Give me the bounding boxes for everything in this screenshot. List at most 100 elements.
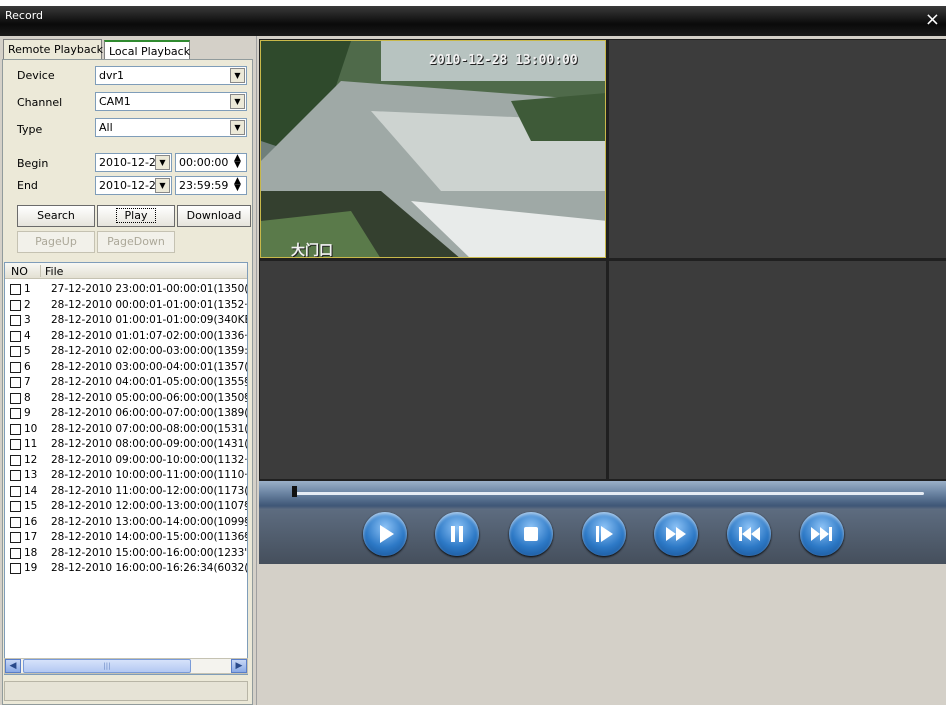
status-box xyxy=(4,681,248,701)
type-select[interactable]: All ▼ xyxy=(95,118,247,137)
play-icon[interactable] xyxy=(363,512,407,556)
device-label: Device xyxy=(17,69,55,82)
list-rows: 1 27-12-2010 23:00:01-00:00:01(1350(2 28-1… xyxy=(5,282,247,577)
row-checkbox[interactable] xyxy=(10,377,21,388)
chevron-down-icon[interactable]: ▼ xyxy=(230,94,245,109)
row-checkbox[interactable] xyxy=(10,470,21,481)
tab-remote-playback[interactable]: Remote Playback xyxy=(3,39,103,60)
video-cell-4[interactable] xyxy=(609,261,946,479)
row-checkbox[interactable] xyxy=(10,284,21,295)
begin-time-field[interactable]: 00:00:00 ▲ ▼ xyxy=(175,153,247,172)
chevron-down-icon[interactable]: ▼ xyxy=(155,178,170,193)
video-cell-1[interactable]: 2010-12-28 13:00:00 大门口 xyxy=(260,40,606,258)
row-checkbox[interactable] xyxy=(10,516,21,528)
list-item[interactable]: 12 28-12-2010 09:00:00-10:00:00(1132· xyxy=(5,453,247,469)
row-checkbox[interactable] xyxy=(10,501,21,512)
end-time-field[interactable]: 23:59:59 ▲ ▼ xyxy=(175,176,247,195)
skip-forward-icon[interactable] xyxy=(800,512,844,556)
left-panel: Remote Playback Local Playback Device dv… xyxy=(0,36,257,705)
end-date-picker[interactable]: 2010-12-28 ▼ xyxy=(95,176,172,195)
download-button[interactable]: Download xyxy=(177,205,251,227)
column-header-file[interactable]: File xyxy=(45,265,63,278)
step-forward-icon[interactable] xyxy=(582,512,626,556)
play-button-label: Play xyxy=(115,208,157,223)
end-label: End xyxy=(17,179,38,192)
row-checkbox[interactable] xyxy=(10,423,21,435)
list-item[interactable]: 5 28-12-2010 02:00:00-03:00:00(1359: xyxy=(5,344,247,360)
row-checkbox[interactable] xyxy=(10,392,21,404)
column-divider[interactable] xyxy=(40,265,41,277)
list-item[interactable]: 6 28-12-2010 03:00:00-04:00:01(1357( xyxy=(5,360,247,376)
page-down-button[interactable]: PageDown xyxy=(97,231,175,253)
list-item[interactable]: 1 27-12-2010 23:00:01-00:00:01(1350( xyxy=(5,282,247,298)
row-file-name: 28-12-2010 03:00:00-04:00:01(1357( xyxy=(51,360,248,373)
scroll-right-icon[interactable]: ▶ xyxy=(231,659,247,673)
row-checkbox[interactable] xyxy=(10,346,21,357)
list-item[interactable]: 10 28-12-2010 07:00:00-08:00:00(1531( xyxy=(5,422,247,438)
list-item[interactable]: 13 28-12-2010 10:00:00-11:00:00(1110· xyxy=(5,468,247,484)
pause-icon[interactable] xyxy=(435,512,479,556)
seek-handle[interactable] xyxy=(292,486,297,497)
row-number: 11 xyxy=(24,438,38,450)
list-item[interactable]: 16 28-12-2010 13:00:00-14:00:00(1099§ xyxy=(5,515,247,531)
stop-icon[interactable] xyxy=(509,512,553,556)
row-file-name: 28-12-2010 13:00:00-14:00:00(1099§ xyxy=(51,515,248,528)
scroll-left-icon[interactable]: ◀ xyxy=(5,659,21,673)
chevron-down-icon[interactable]: ▼ xyxy=(155,155,170,170)
osd-camera-name: 大门口 xyxy=(291,243,333,258)
row-checkbox[interactable] xyxy=(10,485,21,497)
skip-back-icon[interactable] xyxy=(727,512,771,556)
spinner-icon[interactable]: ▲ ▼ xyxy=(230,177,245,193)
search-button[interactable]: Search xyxy=(17,205,95,227)
row-file-name: 28-12-2010 07:00:00-08:00:00(1531( xyxy=(51,422,248,435)
row-checkbox[interactable] xyxy=(10,299,21,311)
list-item[interactable]: 4 28-12-2010 01:01:07-02:00:00(1336· xyxy=(5,329,247,345)
list-item[interactable]: 18 28-12-2010 15:00:00-16:00:00(1233' xyxy=(5,546,247,562)
list-item[interactable]: 15 28-12-2010 12:00:00-13:00:00(1107§ xyxy=(5,499,247,515)
channel-value: CAM1 xyxy=(99,95,131,108)
row-checkbox[interactable] xyxy=(10,361,21,373)
channel-select[interactable]: CAM1 ▼ xyxy=(95,92,247,111)
row-checkbox[interactable] xyxy=(10,563,21,574)
begin-date-picker[interactable]: 2010-12-28 ▼ xyxy=(95,153,172,172)
list-item[interactable]: 17 28-12-2010 14:00:00-15:00:00(1136§ xyxy=(5,530,247,546)
video-cell-2[interactable] xyxy=(609,40,946,258)
row-checkbox[interactable] xyxy=(10,439,21,450)
begin-date-value: 2010-12-28 xyxy=(99,156,163,169)
horizontal-scrollbar[interactable]: ◀ ||| ▶ xyxy=(4,658,248,674)
row-checkbox[interactable] xyxy=(10,547,21,559)
list-item[interactable]: 11 28-12-2010 08:00:00-09:00:00(1431( xyxy=(5,437,247,453)
tab-local-playback[interactable]: Local Playback xyxy=(104,40,190,60)
column-header-no[interactable]: NO xyxy=(11,265,28,278)
row-checkbox[interactable] xyxy=(10,330,21,342)
seek-track[interactable] xyxy=(292,492,924,495)
list-item[interactable]: 2 28-12-2010 00:00:01-01:00:01(1352· xyxy=(5,298,247,314)
play-button[interactable]: Play xyxy=(97,205,175,227)
record-file-list[interactable]: NO File 1 27-12-2010 23:00:01-00:00:01(13… xyxy=(4,262,248,675)
list-item[interactable]: 7 28-12-2010 04:00:01-05:00:00(1355§ xyxy=(5,375,247,391)
row-checkbox[interactable] xyxy=(10,454,21,466)
close-icon[interactable]: × xyxy=(925,11,940,29)
row-file-name: 28-12-2010 16:00:00-16:26:34(6032( xyxy=(51,562,248,574)
list-item[interactable]: 14 28-12-2010 11:00:00-12:00:00(1173( xyxy=(5,484,247,500)
bottom-area xyxy=(259,564,946,705)
chevron-down-icon[interactable]: ▼ xyxy=(230,68,245,83)
scroll-thumb[interactable]: ||| xyxy=(23,659,191,673)
list-item[interactable]: 9 28-12-2010 06:00:00-07:00:00(1389( xyxy=(5,406,247,422)
row-checkbox[interactable] xyxy=(10,315,21,326)
list-item[interactable]: 19 28-12-2010 16:00:00-16:26:34(6032( xyxy=(5,561,247,577)
row-file-name: 27-12-2010 23:00:01-00:00:01(1350( xyxy=(51,283,248,295)
video-cell-3[interactable] xyxy=(260,261,606,479)
page-up-button[interactable]: PageUp xyxy=(17,231,95,253)
row-checkbox[interactable] xyxy=(10,408,21,419)
row-checkbox[interactable] xyxy=(10,532,21,543)
device-select[interactable]: dvr1 ▼ xyxy=(95,66,247,85)
list-item[interactable]: 3 28-12-2010 01:00:01-01:00:09(340KE xyxy=(5,313,247,329)
spinner-icon[interactable]: ▲ ▼ xyxy=(230,154,245,170)
video-grid: 2010-12-28 13:00:00 大门口 xyxy=(259,39,946,481)
chevron-down-icon[interactable]: ▼ xyxy=(230,120,245,135)
fast-forward-icon[interactable] xyxy=(654,512,698,556)
list-item[interactable]: 8 28-12-2010 05:00:00-06:00:00(1350§ xyxy=(5,391,247,407)
row-number: 18 xyxy=(24,546,38,559)
row-number: 16 xyxy=(24,515,38,528)
